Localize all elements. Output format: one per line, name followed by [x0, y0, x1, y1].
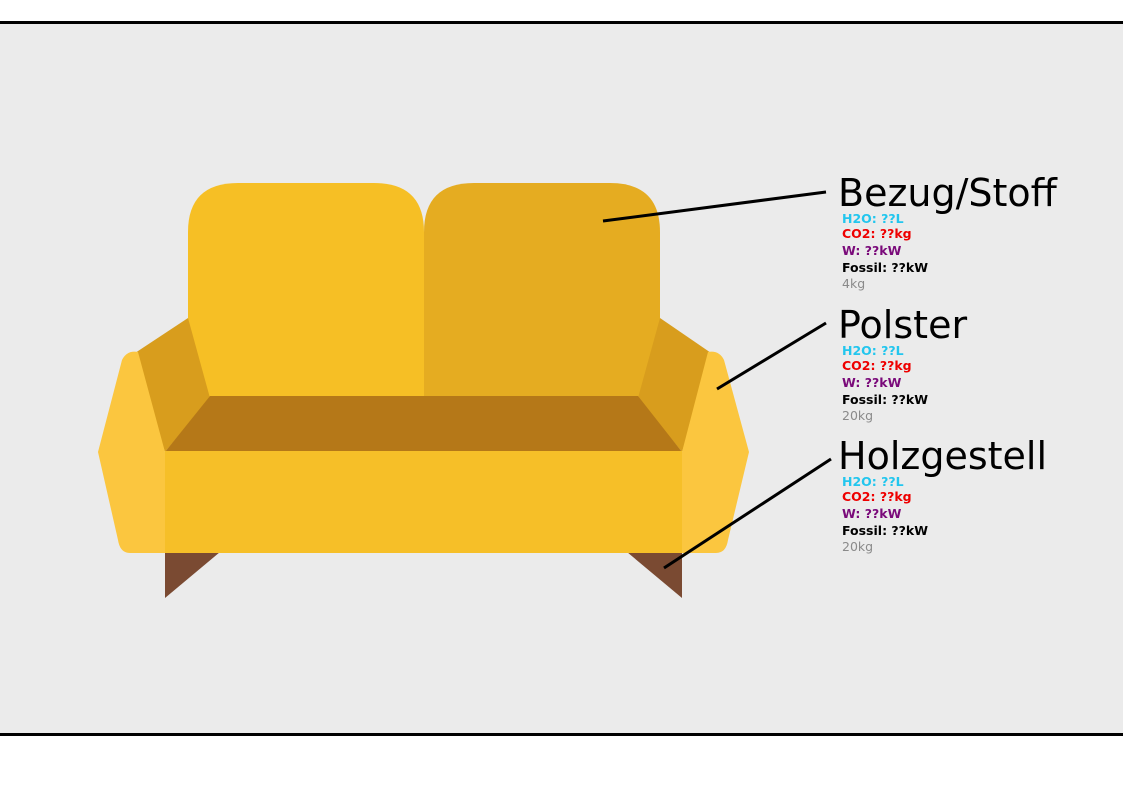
fossil-value: Fossil: ??kW [842, 523, 929, 538]
part-title: Holzgestell [838, 434, 1048, 478]
part-label-bezug: Bezug/Stoff H2O: ??L CO2: ??kg W: ??kW F… [838, 174, 1057, 291]
fossil-value: Fossil: ??kW [842, 260, 929, 275]
co2-value: CO2: ??kg [842, 489, 912, 504]
weight-value: 20kg [842, 539, 874, 554]
sofa-back-right [424, 183, 660, 400]
co2-value: CO2: ??kg [842, 226, 912, 241]
part-title: Bezug/Stoff [838, 171, 1057, 215]
diagram-stage: Bezug/Stoff H2O: ??L CO2: ??kg W: ??kW F… [0, 0, 1123, 794]
co2-value: CO2: ??kg [842, 358, 912, 373]
w-value: W: ??kW [842, 375, 902, 390]
weight-value: 20kg [842, 408, 874, 423]
sofa-seat [165, 396, 682, 452]
w-value: W: ??kW [842, 243, 902, 258]
sofa-leg-left [165, 552, 220, 598]
part-label-holzgestell: Holzgestell H2O: ??L CO2: ??kg W: ??kW F… [838, 437, 1047, 554]
sofa-leg-right [627, 552, 682, 598]
sofa-back-left [188, 183, 424, 400]
w-value: W: ??kW [842, 506, 902, 521]
sofa-front-panel [165, 451, 682, 553]
fossil-value: Fossil: ??kW [842, 392, 929, 407]
callout-line-polster [716, 321, 827, 391]
weight-value: 4kg [842, 276, 866, 291]
part-label-polster: Polster H2O: ??L CO2: ??kg W: ??kW Fossi… [838, 306, 967, 423]
part-title: Polster [838, 303, 968, 347]
